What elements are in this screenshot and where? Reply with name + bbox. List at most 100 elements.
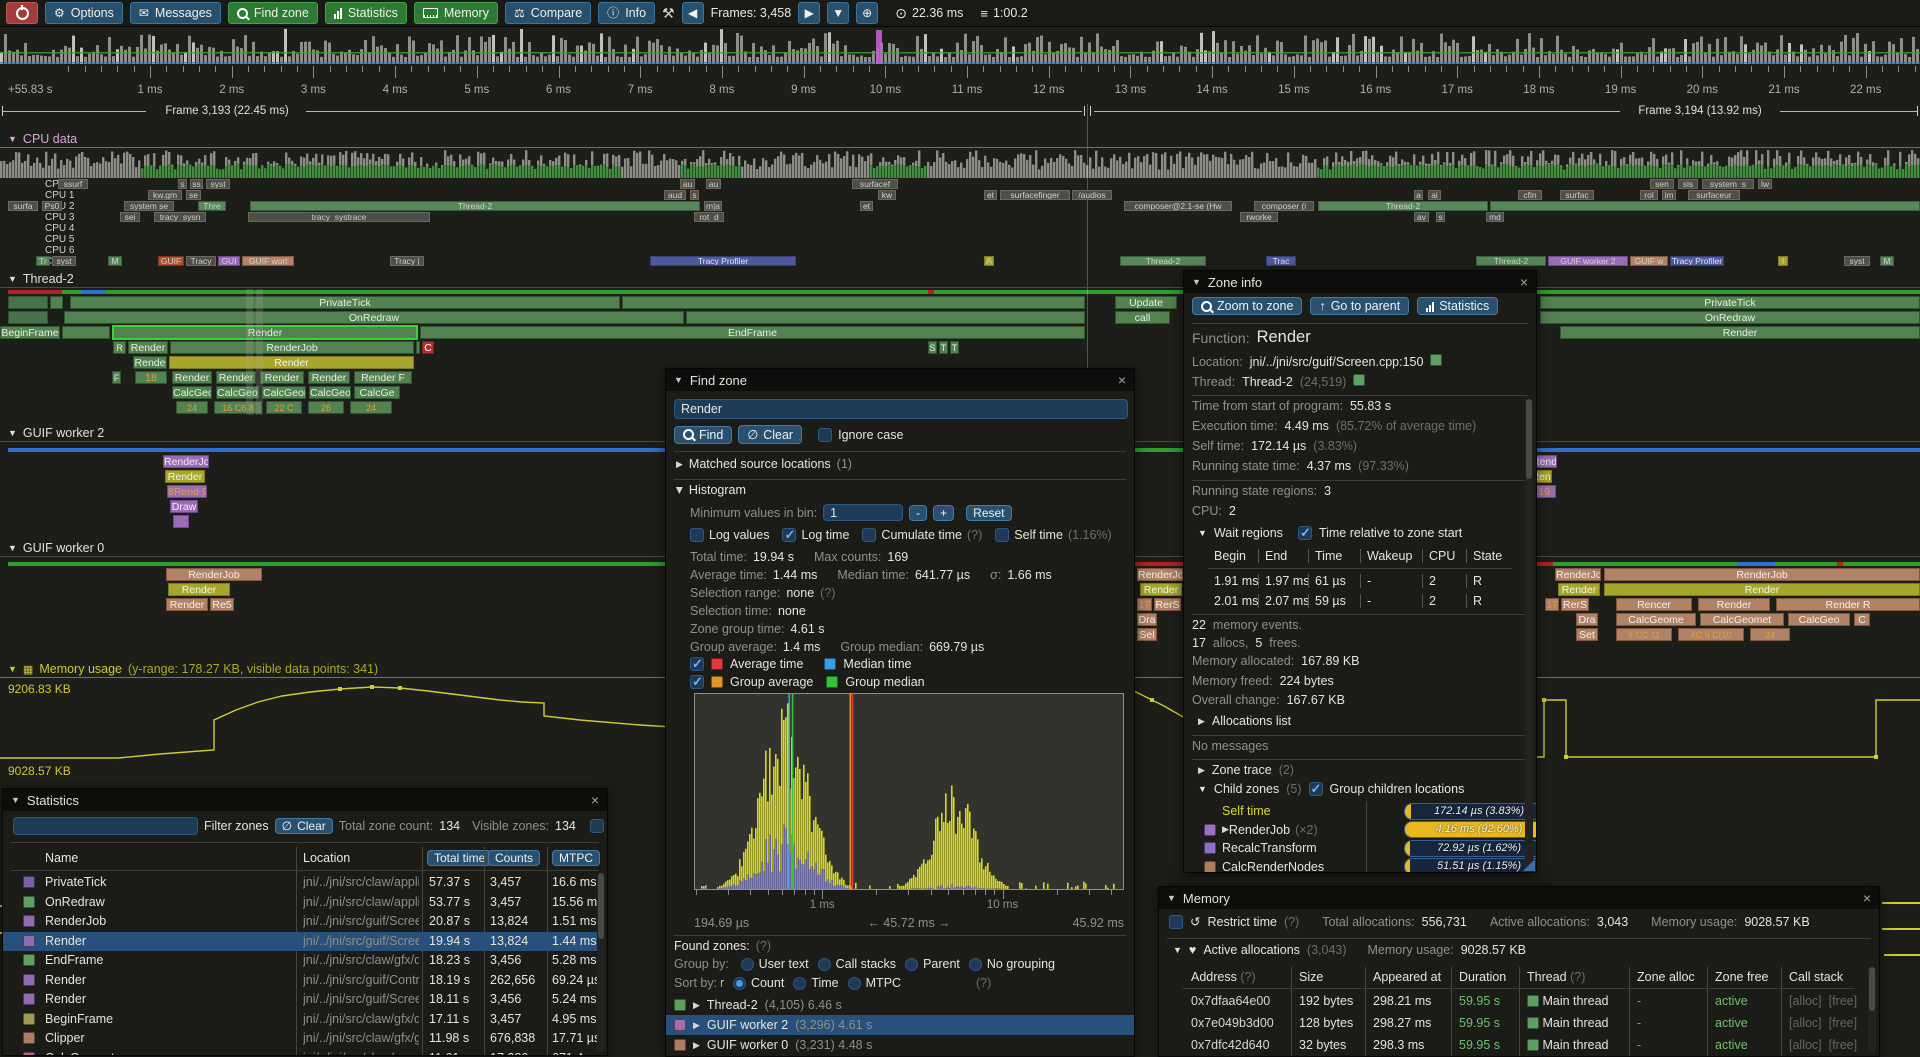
table-row[interactable]: BeginFrame jni/../jni/src/claw/gfx/drv/v… xyxy=(3,1010,597,1030)
zone-chip[interactable]: 17 xyxy=(1137,598,1152,611)
zone-chip[interactable] xyxy=(416,341,420,354)
cpu-zone-chip[interactable]: /audios xyxy=(1072,190,1112,200)
scrollbar[interactable] xyxy=(597,873,605,1051)
zone-chip[interactable]: Dra xyxy=(1576,613,1598,626)
zone-chip[interactable]: Render F xyxy=(354,371,412,384)
matched-source-locations[interactable]: ▶ Matched source locations(1) xyxy=(676,457,852,471)
zone-chip[interactable]: BeginFrame xyxy=(0,326,60,339)
zone-chip[interactable]: RenderJob xyxy=(166,568,262,581)
zone-chip[interactable]: RenderJol xyxy=(1555,568,1601,581)
zone-chip[interactable] xyxy=(622,296,1085,309)
guif-worker0-header[interactable]: ▼ GUIF worker 0 xyxy=(8,541,104,555)
options-button[interactable]: ⚙Options xyxy=(45,2,123,24)
cpu-zone-chip[interactable]: s xyxy=(178,179,187,189)
group-by-radio[interactable]: Call stacks xyxy=(818,957,896,971)
self-time-checkbox[interactable] xyxy=(995,528,1009,542)
cpu-zone-chip[interactable]: rol xyxy=(1640,190,1658,200)
child-zone-row[interactable]: CalcRenderNodes 51.51 µs (1.15%) xyxy=(1204,858,1528,874)
ignore-case-checkbox[interactable] xyxy=(818,428,832,442)
sort-total-time-button[interactable]: Total time xyxy=(427,850,491,866)
zone-chip[interactable]: Render xyxy=(1560,326,1920,339)
cpu-zone-chip[interactable]: GUIF worl xyxy=(242,256,294,266)
log-time-checkbox[interactable] xyxy=(782,528,796,542)
zone-chip[interactable]: RerS xyxy=(1561,598,1589,611)
zone-chip[interactable]: R xyxy=(113,341,126,354)
thread2-header[interactable]: ▼ Thread-2 xyxy=(8,272,74,286)
thread-name[interactable]: Thread-2 xyxy=(1242,375,1293,389)
time-ruler[interactable]: +55.83 s 1 ms2 ms3 ms4 ms5 ms6 ms7 ms8 m… xyxy=(0,66,1920,102)
zone-chip[interactable]: OnRedraw xyxy=(64,311,684,324)
cumulate-time-checkbox[interactable] xyxy=(862,528,876,542)
cpu-zone-chip[interactable]: Thread-2 xyxy=(250,201,700,211)
zone-chip[interactable]: CalcGeo xyxy=(172,386,212,399)
prev-frame-button[interactable]: ◀ xyxy=(682,2,704,24)
table-row[interactable]: Render jni/../jni/src/guif/Screen.cpp:15… xyxy=(3,990,597,1010)
cpu-zone-chip[interactable]: av xyxy=(1414,212,1429,222)
column-zone-free[interactable]: Zone free xyxy=(1715,970,1769,984)
table-row[interactable]: EndFrame jni/../jni/src/claw/gfx/drv/vk/… xyxy=(3,951,597,971)
zone-chip[interactable]: T xyxy=(939,341,948,354)
memory-window-titlebar[interactable]: ▼ Memory × xyxy=(1159,887,1879,909)
zone-chip[interactable]: 24 xyxy=(350,401,392,414)
zone-chip[interactable] xyxy=(686,311,1085,324)
resize-handle[interactable] xyxy=(1523,859,1535,871)
zone-chip[interactable]: F xyxy=(112,371,121,384)
cpu-zone-chip[interactable]: system se xyxy=(124,201,174,211)
zone-chip[interactable]: Rencer xyxy=(1616,598,1692,611)
column-appeared-at[interactable]: Appeared at xyxy=(1373,970,1441,984)
time-relative-checkbox[interactable] xyxy=(1298,526,1312,540)
close-icon[interactable]: × xyxy=(1118,373,1126,387)
zone-trace-header[interactable]: ▶Zone trace(2) xyxy=(1198,763,1294,777)
found-zone-group[interactable]: ▶ GUIF worker 0 (3,231) 4.48 s xyxy=(666,1035,1134,1055)
cpu-zone-chip[interactable]: s xyxy=(1436,212,1445,222)
statistics-window-titlebar[interactable]: ▼ Statistics × xyxy=(3,789,607,811)
cpu-zone-chip[interactable]: au xyxy=(680,179,695,189)
zone-chip[interactable]: Render xyxy=(172,371,212,384)
zone-chip[interactable]: CalcGeo xyxy=(1788,613,1850,626)
cpu-zone-chip[interactable]: surfa xyxy=(8,201,38,211)
cpu-zone-chip[interactable]: Trac xyxy=(1266,256,1296,266)
group-by-radio[interactable]: Parent xyxy=(905,957,960,971)
zone-chip[interactable]: C xyxy=(1854,613,1870,626)
decrease-bin-button[interactable]: - xyxy=(909,505,927,521)
close-icon[interactable]: × xyxy=(1863,891,1871,905)
cpu-zone-chip[interactable]: GUIF worker 2 xyxy=(1548,256,1628,266)
zone-chip[interactable]: Render xyxy=(308,371,350,384)
zone-chip[interactable] xyxy=(62,326,110,339)
column-size[interactable]: Size xyxy=(1299,970,1323,984)
cpu-zone-chip[interactable]: Tracy xyxy=(186,256,216,266)
cpu-zone-chip[interactable]: cfin xyxy=(1518,190,1542,200)
cpu-zone-chip[interactable]: syst xyxy=(206,179,230,189)
group-children-checkbox[interactable] xyxy=(1309,782,1323,796)
column-thread[interactable]: Thread (?) xyxy=(1527,970,1585,984)
cpu-zone-chip[interactable]: tracy_systrace xyxy=(248,212,430,222)
zone-chip[interactable]: Render xyxy=(166,598,208,611)
zone-chip[interactable]: RenderJob xyxy=(170,341,414,354)
histogram-section-header[interactable]: ▶ Histogram xyxy=(676,483,746,497)
cpu-zone-chip[interactable]: s xyxy=(690,190,699,200)
zone-chip[interactable]: 16 C6 8 xyxy=(214,401,262,414)
allocation-row[interactable]: 0x7dfc42d640 32 bytes 298.3 ms 59.95 s M… xyxy=(1159,1035,1863,1057)
zone-chip[interactable]: Render xyxy=(128,341,168,354)
cpu-data-header[interactable]: ▼ CPU data xyxy=(8,132,77,146)
cpu-zone-chip[interactable]: sen xyxy=(1650,179,1674,189)
statistics-button[interactable]: Statistics xyxy=(325,2,407,24)
clear-button[interactable]: ∅Clear xyxy=(738,425,802,444)
guif-worker2-header[interactable]: ▼ GUIF worker 2 xyxy=(8,426,104,440)
frame-dropdown-button[interactable]: ▼ xyxy=(827,2,849,24)
column-location[interactable]: Location xyxy=(303,851,350,865)
cpu-zone-chip[interactable]: et xyxy=(984,190,997,200)
zone-chip[interactable]: 4C 9 C(10 xyxy=(1678,628,1744,641)
table-row[interactable]: OnRedraw jni/../jni/src/claw/application… xyxy=(3,893,597,913)
allocation-row[interactable]: 0x7dfaa64e00 192 bytes 298.21 ms 59.95 s… xyxy=(1159,991,1863,1013)
find-zone-window-titlebar[interactable]: ▼ Find zone × xyxy=(666,369,1134,391)
cpu-zone-chip[interactable]: GUI xyxy=(218,256,240,266)
goto-frame-button[interactable]: ⊕ xyxy=(856,2,878,24)
zone-chip[interactable]: 8Rend 9 xyxy=(167,485,207,498)
cpu-zone-chip[interactable]: ai xyxy=(1428,190,1441,200)
go-to-parent-button[interactable]: ↑Go to parent xyxy=(1310,297,1409,315)
zone-chip[interactable]: CalcGeo xyxy=(309,386,351,399)
zone-chip[interactable]: RenderJol xyxy=(1137,568,1183,581)
cpu-zone-chip[interactable]: tracy_sysn xyxy=(154,212,206,222)
zone-chip[interactable] xyxy=(8,296,48,309)
